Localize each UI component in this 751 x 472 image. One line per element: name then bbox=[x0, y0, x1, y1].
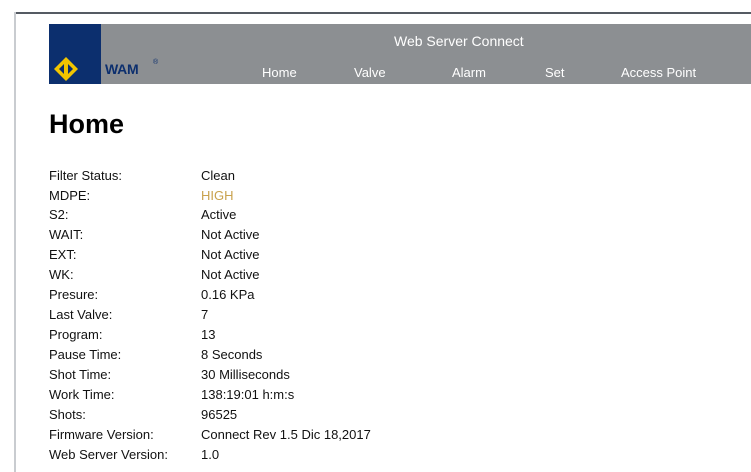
status-value: 0.16 KPa bbox=[201, 287, 255, 302]
status-row-filter: Filter Status: Clean bbox=[49, 166, 739, 186]
status-value: Not Active bbox=[201, 227, 260, 242]
nav-alarm[interactable]: Alarm bbox=[452, 65, 486, 80]
status-row-firmware: Firmware Version: Connect Rev 1.5 Dic 18… bbox=[49, 425, 739, 445]
status-label: Firmware Version: bbox=[49, 427, 154, 442]
nav-set[interactable]: Set bbox=[545, 65, 565, 80]
status-label: WK: bbox=[49, 267, 74, 282]
status-label: Presure: bbox=[49, 287, 99, 302]
nav-home[interactable]: Home bbox=[262, 65, 297, 80]
status-row-wait: WAIT: Not Active bbox=[49, 225, 739, 245]
status-label: Filter Status: bbox=[49, 168, 122, 183]
status-row-wk: WK: Not Active bbox=[49, 265, 739, 285]
status-label: Web Server Version: bbox=[49, 447, 168, 462]
status-label: Shot Time: bbox=[49, 367, 112, 382]
left-border bbox=[14, 12, 16, 472]
status-value: 30 Milliseconds bbox=[201, 367, 290, 382]
status-row-s2: S2: Active bbox=[49, 205, 739, 225]
logo-text: WAM bbox=[105, 61, 139, 77]
status-label: Last Valve: bbox=[49, 307, 113, 322]
status-label: MDPE: bbox=[49, 188, 91, 203]
status-label: Program: bbox=[49, 327, 103, 342]
status-label: Shots: bbox=[49, 407, 86, 422]
status-value: 7 bbox=[201, 307, 209, 322]
status-value: 138:19:01 h:m:s bbox=[201, 387, 295, 402]
status-value: Not Active bbox=[201, 267, 260, 282]
status-value: 96525 bbox=[201, 407, 238, 422]
status-row-pause-time: Pause Time: 8 Seconds bbox=[49, 345, 739, 365]
wam-logo-icon bbox=[54, 57, 78, 81]
status-label: WAIT: bbox=[49, 227, 84, 242]
status-label: EXT: bbox=[49, 247, 77, 262]
browser-page: WAM ® Web Server Connect Home Valve Alar… bbox=[0, 0, 751, 472]
nav-access-point[interactable]: Access Point bbox=[621, 65, 696, 80]
status-row-shots: Shots: 96525 bbox=[49, 405, 739, 425]
status-value: 8 Seconds bbox=[201, 347, 263, 362]
status-label: Work Time: bbox=[49, 387, 115, 402]
header-title: Web Server Connect bbox=[394, 33, 524, 49]
status-label: S2: bbox=[49, 207, 69, 222]
status-row-last-valve: Last Valve: 7 bbox=[49, 305, 739, 325]
logo-registered-mark: ® bbox=[153, 59, 159, 66]
header-bar: WAM ® Web Server Connect Home Valve Alar… bbox=[49, 24, 751, 84]
status-row-program: Program: 13 bbox=[49, 325, 739, 345]
page-title: Home bbox=[49, 109, 125, 139]
status-row-shot-time: Shot Time: 30 Milliseconds bbox=[49, 365, 739, 385]
status-label: Pause Time: bbox=[49, 347, 122, 362]
status-row-work-time: Work Time: 138:19:01 h:m:s bbox=[49, 385, 739, 405]
nav-valve[interactable]: Valve bbox=[354, 65, 386, 80]
status-value: Clean bbox=[201, 168, 235, 183]
status-value: Active bbox=[201, 207, 237, 222]
status-value-highlight: HIGH bbox=[201, 188, 234, 203]
status-value: 13 bbox=[201, 327, 216, 342]
status-row-mdpe: MDPE: HIGH bbox=[49, 186, 739, 206]
status-value: Connect Rev 1.5 Dic 18,2017 bbox=[201, 427, 371, 442]
logo-box bbox=[49, 24, 101, 84]
status-row-ext: EXT: Not Active bbox=[49, 245, 739, 265]
status-row-web-server: Web Server Version: 1.0 bbox=[49, 445, 739, 465]
status-value: Not Active bbox=[201, 247, 260, 262]
status-row-pressure: Presure: 0.16 KPa bbox=[49, 285, 739, 305]
status-value: 1.0 bbox=[201, 447, 220, 462]
top-border bbox=[14, 12, 751, 14]
